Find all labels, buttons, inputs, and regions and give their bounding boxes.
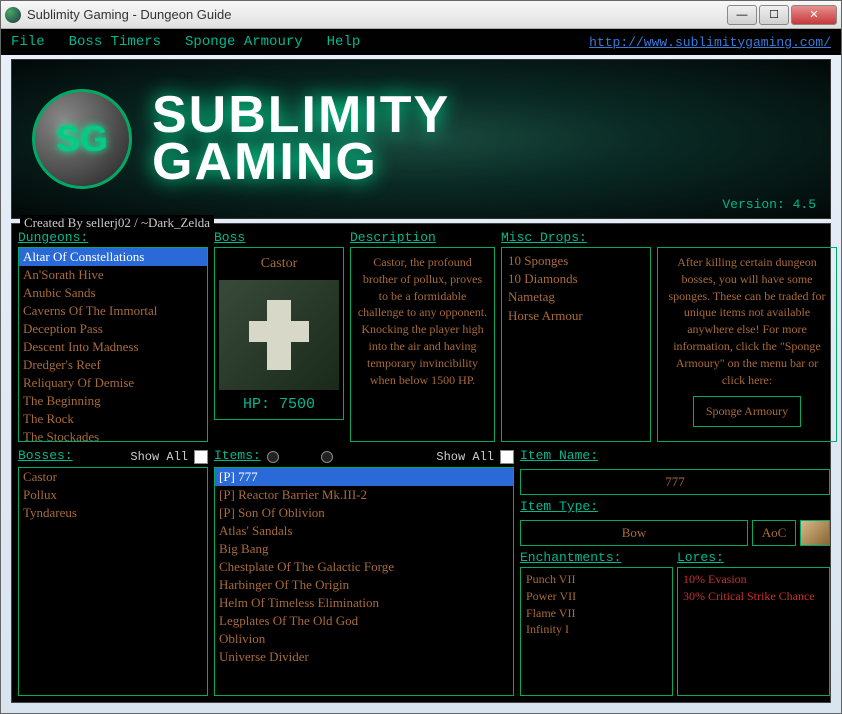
bosses-list[interactable]: CastorPolluxTyndareus <box>18 467 208 696</box>
menu-file[interactable]: File <box>11 34 45 50</box>
boss-hp: HP: 7500 <box>219 394 339 415</box>
bosses-show-all-label: Show All <box>130 450 188 464</box>
list-item[interactable]: Big Bang <box>215 540 513 558</box>
content-frame: Created By sellerj02 / ~Dark_Zelda Dunge… <box>11 223 831 703</box>
list-item[interactable]: Oblivion <box>215 630 513 648</box>
app-icon <box>5 7 21 23</box>
items-label: Items: <box>214 448 261 463</box>
website-link[interactable]: http://www.sublimitygaming.com/ <box>589 35 831 50</box>
list-item[interactable]: Helm Of Timeless Elimination <box>215 594 513 612</box>
item-set-value: AoC <box>752 520 796 546</box>
list-item[interactable]: The Beginning <box>19 392 207 410</box>
minimize-button[interactable]: — <box>727 5 757 25</box>
boss-panel: Boss Castor HP: 7500 <box>214 230 344 442</box>
list-item[interactable]: Altar Of Constellations <box>19 248 207 266</box>
items-filter-radio-1[interactable] <box>267 451 279 463</box>
bosses-label: Bosses: <box>18 448 73 463</box>
enchantments-label: Enchantments: <box>520 550 673 565</box>
list-item[interactable]: Dredger's Reef <box>19 356 207 374</box>
boss-image <box>219 280 339 390</box>
items-filter-radio-2[interactable] <box>321 451 333 463</box>
dungeons-label: Dungeons: <box>18 230 208 245</box>
sponge-info-text: After killing certain dungeon bosses, yo… <box>664 254 830 388</box>
list-item[interactable]: Universe Divider <box>215 648 513 666</box>
banner: SG SUBLIMITY GAMING Version: 4.5 <box>11 59 831 219</box>
enchantments-list: Punch VIIPower VIIFlame VIIInfinity I <box>520 567 673 696</box>
list-item[interactable]: Atlas' Sandals <box>215 522 513 540</box>
list-item[interactable]: Harbinger Of The Origin <box>215 576 513 594</box>
list-item[interactable]: [P] 777 <box>215 468 513 486</box>
window-title: Sublimity Gaming - Dungeon Guide <box>27 7 727 22</box>
list-item[interactable]: The Rock <box>19 410 207 428</box>
lores-list: 10% Evasion30% Critical Strike Chance <box>677 567 830 696</box>
list-item[interactable]: An'Sorath Hive <box>19 266 207 284</box>
drops-panel: Misc Drops: 10 Sponges10 DiamondsNametag… <box>501 230 651 442</box>
list-item[interactable]: Deception Pass <box>19 320 207 338</box>
item-icon <box>800 520 830 546</box>
drops-list: 10 Sponges10 DiamondsNametagHorse Armour <box>501 247 651 442</box>
boss-name: Castor <box>219 252 339 276</box>
bosses-panel: Bosses: Show All CastorPolluxTyndareus <box>18 448 208 696</box>
items-show-all-checkbox[interactable] <box>500 450 514 464</box>
items-show-all-label: Show All <box>436 450 494 464</box>
menu-sponge-armoury[interactable]: Sponge Armoury <box>185 34 303 50</box>
sponge-panel: _ After killing certain dungeon bosses, … <box>657 230 837 442</box>
list-item[interactable]: Castor <box>19 468 207 486</box>
list-item[interactable]: Reliquary Of Demise <box>19 374 207 392</box>
list-item[interactable]: Anubic Sands <box>19 284 207 302</box>
list-item[interactable]: Chestplate Of The Galactic Forge <box>215 558 513 576</box>
sponge-armoury-button[interactable]: Sponge Armoury <box>693 396 801 427</box>
list-item[interactable]: The Stockades <box>19 428 207 442</box>
bosses-show-all-checkbox[interactable] <box>194 450 208 464</box>
items-list[interactable]: [P] 777[P] Reactor Barrier Mk.III-2[P] S… <box>214 467 514 696</box>
list-item[interactable]: Caverns Of The Immortal <box>19 302 207 320</box>
lores-label: Lores: <box>677 550 830 565</box>
logo-icon: SG <box>32 89 132 189</box>
drops-label: Misc Drops: <box>501 230 651 245</box>
menu-help[interactable]: Help <box>327 34 361 50</box>
list-item[interactable]: Tyndareus <box>19 504 207 522</box>
menubar: File Boss Timers Sponge Armoury Help htt… <box>1 29 841 55</box>
list-item[interactable]: Descent Into Madness <box>19 338 207 356</box>
description-label: Description <box>350 230 495 245</box>
item-name-label: Item Name: <box>520 448 830 463</box>
list-item[interactable]: [P] Reactor Barrier Mk.III-2 <box>215 486 513 504</box>
boss-label: Boss <box>214 230 344 245</box>
description-panel: Description Castor, the profound brother… <box>350 230 495 442</box>
close-button[interactable]: ✕ <box>791 5 837 25</box>
menu-boss-timers[interactable]: Boss Timers <box>69 34 161 50</box>
list-item[interactable]: Legplates Of The Old God <box>215 612 513 630</box>
titlebar: Sublimity Gaming - Dungeon Guide — ☐ ✕ <box>1 1 841 29</box>
dungeons-panel: Dungeons: Altar Of ConstellationsAn'Sora… <box>18 230 208 442</box>
logo-text: SUBLIMITY GAMING <box>152 92 450 186</box>
maximize-button[interactable]: ☐ <box>759 5 789 25</box>
item-name-value: 777 <box>520 469 830 495</box>
list-item[interactable]: Pollux <box>19 486 207 504</box>
credits-label: Created By sellerj02 / ~Dark_Zelda <box>20 215 214 231</box>
item-details-panel: Item Name: 777 Item Type: Bow AoC Enchan… <box>520 448 830 696</box>
item-type-label: Item Type: <box>520 499 830 514</box>
items-panel: Items: Show All [P] 777[P] Reactor Barri… <box>214 448 514 696</box>
list-item[interactable]: [P] Son Of Oblivion <box>215 504 513 522</box>
item-type-value: Bow <box>520 520 748 546</box>
version-label: Version: 4.5 <box>722 197 816 212</box>
dungeons-list[interactable]: Altar Of ConstellationsAn'Sorath HiveAnu… <box>18 247 208 442</box>
boss-description: Castor, the profound brother of pollux, … <box>350 247 495 442</box>
